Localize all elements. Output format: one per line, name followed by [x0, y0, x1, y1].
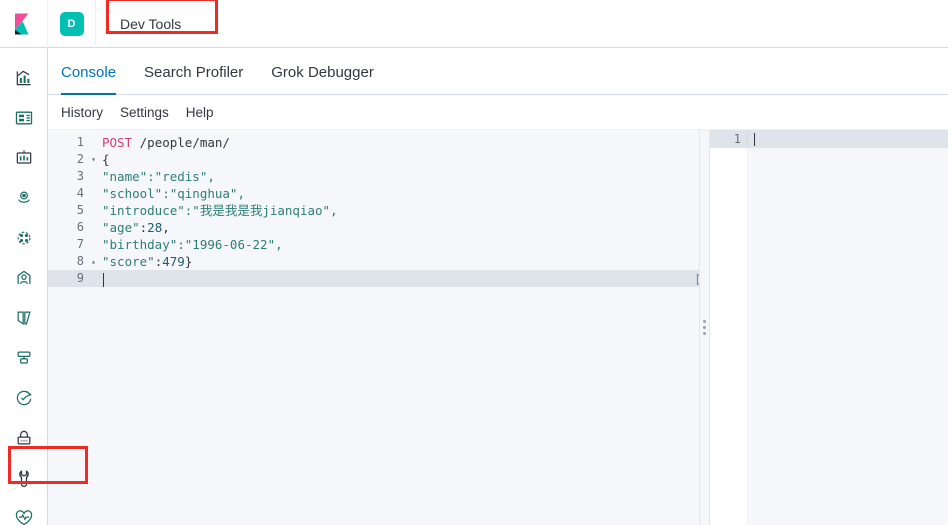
uptime-icon [16, 390, 32, 406]
primary-nav-sidebar [0, 48, 88, 525]
tab-console[interactable]: Console [61, 64, 117, 95]
kibana-logo-icon [12, 12, 36, 36]
request-code-line[interactable]: 6 "age":28, [48, 219, 699, 236]
dev-tools-tabbar: Console Search Profiler Grok Debugger [48, 48, 948, 95]
request-code-text: { [99, 151, 110, 168]
response-empty-gutter [710, 148, 748, 525]
request-code-text: "school":"qinghua", [99, 185, 245, 202]
request-code-text: "name":"redis", [99, 168, 215, 185]
code-token: "introduce":"我是我是我jianqiao", [102, 203, 338, 218]
code-token: "age" [102, 220, 140, 235]
request-code-line[interactable]: 3 "name":"redis", [48, 168, 699, 185]
code-token: /people/man/ [139, 135, 230, 150]
kibana-home-link[interactable] [0, 0, 48, 48]
logs-icon [17, 311, 31, 326]
sidebar-item-dashboard[interactable] [0, 98, 48, 138]
code-token: "name":"redis", [102, 169, 215, 184]
sidebar-item-discover[interactable] [0, 58, 48, 98]
code-token: "school":"qinghua", [102, 186, 245, 201]
request-code-line[interactable]: 7 "birthday":"1996-06-22", [48, 236, 699, 253]
request-code-line[interactable]: 8 ▴ "score":479} [48, 253, 699, 270]
response-caret [754, 132, 755, 146]
request-code-text: "birthday":"1996-06-22", [99, 236, 283, 253]
monitoring-heartbeat-icon [15, 510, 33, 525]
request-gutter-number: 7 [76, 237, 84, 251]
request-gutter-number: 6 [76, 220, 84, 234]
console-submenu: History Settings Help [48, 95, 948, 130]
machine-learning-icon [17, 231, 31, 245]
sidebar-item-logs[interactable] [0, 298, 48, 338]
breadcrumb[interactable]: Dev Tools [106, 10, 195, 38]
security-lock-icon [17, 430, 31, 445]
request-gutter-number: 8 [76, 254, 84, 268]
request-code-line[interactable]: 5 "introduce":"我是我是我jianqiao", [48, 202, 699, 219]
console-editor-region: 1 POST /people/man/2 ▾{3 "name":"redis", 4 "s… [48, 130, 948, 525]
code-token: , [162, 220, 170, 235]
breadcrumb-wrap: Dev Tools [106, 0, 218, 38]
app-badge: D [59, 11, 84, 36]
global-header: D Dev Tools [0, 0, 948, 48]
code-fold-toggle-icon[interactable]: ▴ [88, 253, 99, 270]
sidebar-item-siem[interactable] [0, 418, 48, 458]
response-line-active: 1 [710, 130, 948, 148]
request-gutter-number: 2 [76, 152, 84, 166]
code-fold-toggle-icon[interactable]: ▾ [88, 151, 99, 168]
request-code-text [99, 270, 104, 287]
request-code-text: "age":28, [99, 219, 170, 236]
submenu-item-history[interactable]: History [61, 105, 103, 120]
request-code-line[interactable]: 9 [48, 270, 699, 287]
sidebar-item-maps[interactable] [0, 178, 48, 218]
response-empty-area [748, 148, 948, 525]
request-action-icons [693, 272, 699, 292]
tab-search-profiler[interactable]: Search Profiler [144, 64, 243, 94]
sidebar-item-canvas[interactable] [0, 138, 48, 178]
request-gutter-number: 1 [76, 135, 84, 149]
request-code-line[interactable]: 1 POST /people/man/ [48, 134, 699, 151]
code-token: POST [102, 135, 140, 150]
code-token: { [102, 152, 110, 167]
send-request-play-icon[interactable] [693, 272, 699, 292]
request-code-text: POST /people/man/ [99, 134, 230, 151]
response-empty-body [710, 148, 948, 525]
drag-handle-icon[interactable] [703, 320, 706, 335]
code-token: "birthday":"1996-06-22", [102, 237, 283, 252]
request-gutter-number: 4 [76, 186, 84, 200]
request-code-line[interactable]: 4 "school":"qinghua", [48, 185, 699, 202]
text-caret [103, 272, 104, 287]
request-gutter-number: 3 [76, 169, 84, 183]
sidebar-item-uptime[interactable] [0, 378, 48, 418]
sidebar-item-infrastructure[interactable] [0, 258, 48, 298]
submenu-item-settings[interactable]: Settings [120, 105, 169, 120]
dashboard-icon [15, 111, 33, 125]
response-editor-pane[interactable]: 1 [710, 130, 948, 525]
editor-splitter[interactable] [700, 130, 710, 525]
wrench-dev-tools-icon [19, 470, 29, 487]
sidebar-item-machine-learning[interactable] [0, 218, 48, 258]
infrastructure-icon [17, 270, 31, 285]
discover-analytics-icon [16, 70, 31, 86]
main-content: Console Search Profiler Grok Debugger Hi… [48, 48, 948, 525]
request-gutter-number: 9 [76, 271, 84, 285]
code-token: "score" [102, 254, 155, 269]
request-gutter-number: 5 [76, 203, 84, 217]
submenu-item-help[interactable]: Help [186, 105, 214, 120]
request-code-area[interactable]: 1 POST /people/man/2 ▾{3 "name":"redis", 4 "s… [48, 130, 699, 287]
maps-icon [18, 191, 30, 203]
request-editor-pane[interactable]: 1 POST /people/man/2 ▾{3 "name":"redis", 4 "s… [48, 130, 700, 525]
canvas-icon [16, 150, 32, 164]
request-code-line[interactable]: 2 ▾{ [48, 151, 699, 168]
sidebar-item-dev-tools[interactable] [0, 458, 48, 498]
tab-grok-debugger[interactable]: Grok Debugger [271, 64, 374, 94]
response-gutter-number: 1 [710, 132, 748, 146]
code-token: 479 [162, 254, 185, 269]
code-token: } [184, 254, 193, 269]
sidebar-item-apm[interactable] [0, 338, 48, 378]
sidebar-item-stack-monitoring[interactable] [0, 498, 48, 525]
app-badge-container: D [48, 0, 96, 48]
apm-icon [17, 351, 31, 364]
request-code-text: "score":479} [99, 253, 192, 270]
kibana-dev-tools-page: D Dev Tools Console Search Profiler Grok… [0, 0, 948, 525]
code-token: 28 [147, 220, 163, 235]
request-code-text: "introduce":"我是我是我jianqiao", [99, 202, 338, 219]
